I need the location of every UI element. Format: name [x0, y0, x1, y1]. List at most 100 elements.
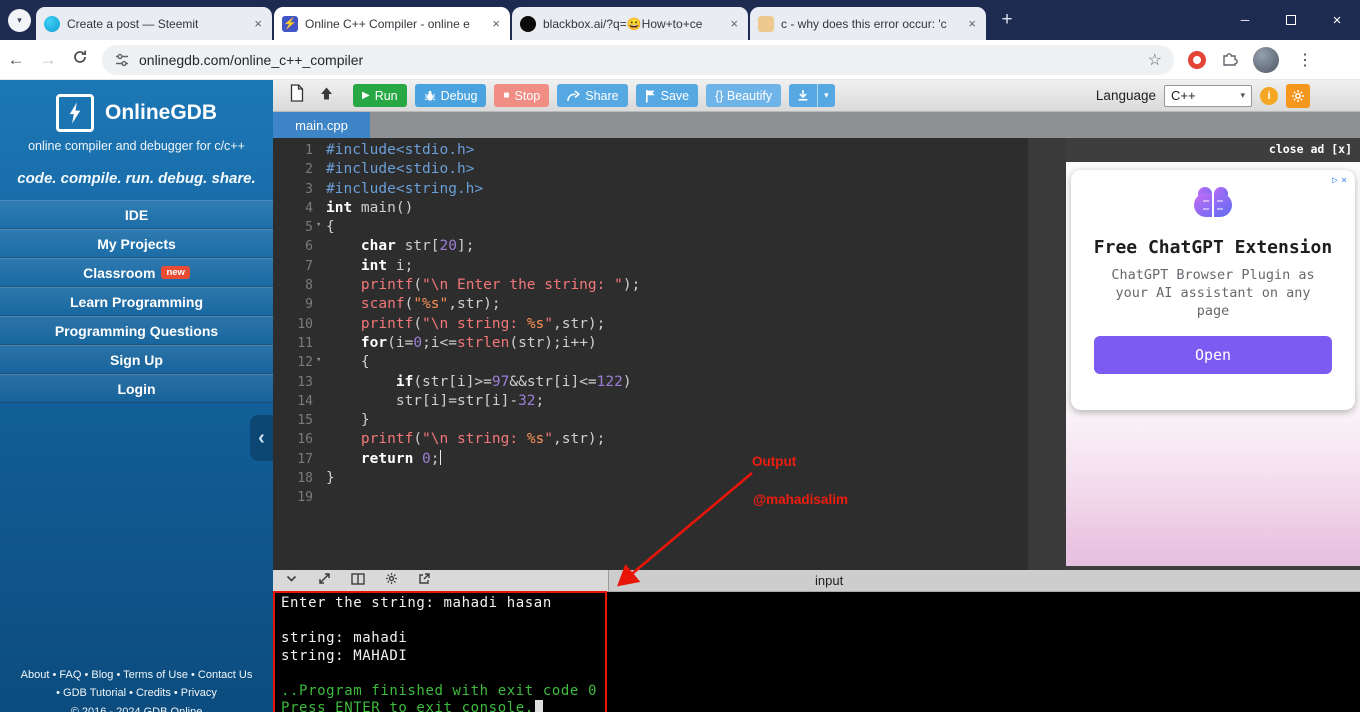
console-settings-button[interactable] [385, 572, 398, 590]
code-line[interactable]: 6 char str[20]; [273, 237, 1028, 256]
sidebar-collapse-handle[interactable]: ‹ [250, 415, 273, 461]
code-line[interactable]: 12 ▾ { [273, 353, 1028, 372]
console-maximize-button[interactable] [318, 572, 331, 590]
browser-menu-icon[interactable]: ⋮ [1293, 50, 1317, 70]
beautify-button[interactable]: {} Beautify [706, 84, 782, 107]
code-text: { [326, 219, 335, 236]
profile-avatar[interactable] [1253, 46, 1279, 73]
code-line[interactable]: 9 scanf("%s",str); [273, 295, 1028, 314]
code-text: str[i]=str[i]-32; [326, 392, 545, 409]
code-line[interactable]: 18} [273, 469, 1028, 488]
footer-link-credits[interactable]: Credits [136, 687, 171, 699]
settings-gear-button[interactable] [1286, 83, 1310, 108]
fold-icon[interactable]: ▾ [316, 220, 321, 230]
tab-close-icon[interactable]: × [252, 16, 264, 31]
console-collapse-button[interactable] [285, 572, 298, 590]
text-cursor [439, 449, 442, 465]
footer-link-faq[interactable]: FAQ [59, 669, 81, 681]
tab-close-icon[interactable]: × [490, 16, 502, 31]
console-output[interactable]: Enter the string: mahadi hasan string: m… [273, 592, 608, 712]
forward-button[interactable]: → [32, 50, 64, 70]
line-number: 18 [297, 471, 313, 487]
url-text[interactable]: onlinegdb.com/online_c++_compiler [139, 52, 363, 68]
share-button[interactable]: Share [557, 84, 628, 107]
ad-close-x-icon[interactable]: × [1341, 175, 1347, 186]
code-line[interactable]: 3 #include<string.h> [273, 180, 1028, 199]
footer-link-about[interactable]: About [21, 669, 50, 681]
sidebar-item-label: Login [117, 380, 156, 397]
save-button[interactable]: Save [635, 84, 699, 107]
footer-link-privacy[interactable]: Privacy [181, 687, 217, 699]
new-file-button[interactable] [285, 84, 307, 107]
code-line[interactable]: 14 str[i]=str[i]-32; [273, 392, 1028, 411]
annotation-output-label: Output [752, 454, 797, 469]
code-line[interactable]: 17 return 0; [273, 449, 1028, 469]
code-line[interactable]: 1 #include<stdio.h> [273, 141, 1028, 160]
fold-icon[interactable]: ▾ [316, 355, 321, 365]
footer-link-terms-of-use[interactable]: Terms of Use [123, 669, 188, 681]
sidebar-item-programming-questions[interactable]: Programming Questions [0, 316, 273, 345]
extensions-puzzle-icon[interactable] [1220, 48, 1239, 72]
sidebar-item-ide[interactable]: IDE [0, 200, 273, 229]
download-options-caret[interactable]: ▾ [817, 84, 835, 107]
sidebar-item-my-projects[interactable]: My Projects [0, 229, 273, 258]
code-line[interactable]: 8 printf("\n Enter the string: "); [273, 276, 1028, 295]
back-button[interactable]: ← [0, 50, 32, 70]
run-button[interactable]: ▶ Run [353, 84, 407, 107]
sidebar-item-learn-programming[interactable]: Learn Programming [0, 287, 273, 316]
upload-arrow-icon [320, 87, 332, 99]
tab-close-icon[interactable]: × [728, 16, 740, 31]
close-ad-button[interactable]: close ad [x] [1269, 142, 1352, 156]
sidebar-item-classroom[interactable]: Classroom new [0, 258, 273, 287]
stop-button[interactable]: ■ Stop [494, 84, 550, 107]
sidebar-footer: About • FAQ • Blog • Terms of Use • Cont… [0, 666, 273, 712]
new-tab-button[interactable]: + [994, 7, 1020, 33]
footer-link-blog[interactable]: Blog [91, 669, 113, 681]
code-line[interactable]: 19 [273, 488, 1028, 507]
browser-tab[interactable]: blackbox.ai/?q=😀How+to+ce × [512, 7, 748, 40]
extension-red-icon[interactable] [1188, 50, 1206, 69]
browser-tab[interactable]: c - why does this error occur: 'c × [750, 7, 986, 40]
info-button[interactable]: i [1260, 86, 1278, 105]
minimize-button[interactable]: ─ [1222, 0, 1268, 40]
close-button[interactable]: × [1314, 0, 1360, 40]
code-line[interactable]: 4 int main() [273, 199, 1028, 218]
footer-link-gdb-tutorial[interactable]: GDB Tutorial [63, 687, 126, 699]
url-bar[interactable]: onlinegdb.com/online_c++_compiler ☆ [102, 44, 1174, 75]
code-line[interactable]: 10 printf("\n string: %s",str); [273, 315, 1028, 334]
footer-link-contact-us[interactable]: Contact Us [198, 669, 252, 681]
console-input-area[interactable] [608, 592, 1360, 712]
language-select[interactable]: C++ ▾ [1164, 84, 1252, 107]
ad-open-button[interactable]: Open [1094, 335, 1332, 374]
adchoices-icons[interactable]: ▷ × [1332, 175, 1347, 186]
editor-scrollbar[interactable] [1028, 138, 1066, 570]
bookmark-star-icon[interactable]: ☆ [1148, 50, 1162, 70]
code-line[interactable]: 13 if(str[i]>=97&&str[i]<=122) [273, 373, 1028, 392]
onlinegdb-logo[interactable]: OnlineGDB [0, 94, 273, 132]
code-line[interactable]: 11 for(i=0;i<=strlen(str);i++) [273, 334, 1028, 353]
file-tab-main-cpp[interactable]: main.cpp [273, 112, 370, 138]
refresh-button[interactable] [64, 49, 96, 70]
tab-search-button[interactable]: ▾ [8, 9, 31, 32]
sidebar-item-sign-up[interactable]: Sign Up [0, 345, 273, 374]
ad-card[interactable]: ▷ × Free ChatGPT Extension ChatGPT Browse… [1071, 170, 1355, 410]
debug-button[interactable]: Debug [414, 84, 487, 107]
console-layout-button[interactable] [351, 572, 365, 590]
sidebar-tagline: code. compile. run. debug. share. [17, 170, 256, 187]
code-text: printf("\n Enter the string: "); [360, 277, 641, 294]
sidebar-item-login[interactable]: Login [0, 374, 273, 403]
browser-tab[interactable]: Create a post — Steemit × [36, 7, 272, 40]
download-button[interactable] [789, 84, 818, 107]
code-line[interactable]: 7 int i; [273, 257, 1028, 276]
console-open-new-window-button[interactable] [418, 572, 431, 590]
code-line[interactable]: 2 #include<stdio.h> [273, 160, 1028, 179]
browser-tab[interactable]: ⚡ Online C++ Compiler - online e × [274, 7, 510, 40]
tab-close-icon[interactable]: × [966, 16, 978, 31]
code-line[interactable]: 16 printf("\n string: %s",str); [273, 430, 1028, 449]
open-project-button[interactable] [315, 86, 337, 106]
code-line[interactable]: 15 } [273, 411, 1028, 430]
maximize-button[interactable] [1268, 0, 1314, 40]
code-line[interactable]: 5 ▾ { [273, 218, 1028, 237]
tab-title: Online C++ Compiler - online e [305, 16, 470, 31]
